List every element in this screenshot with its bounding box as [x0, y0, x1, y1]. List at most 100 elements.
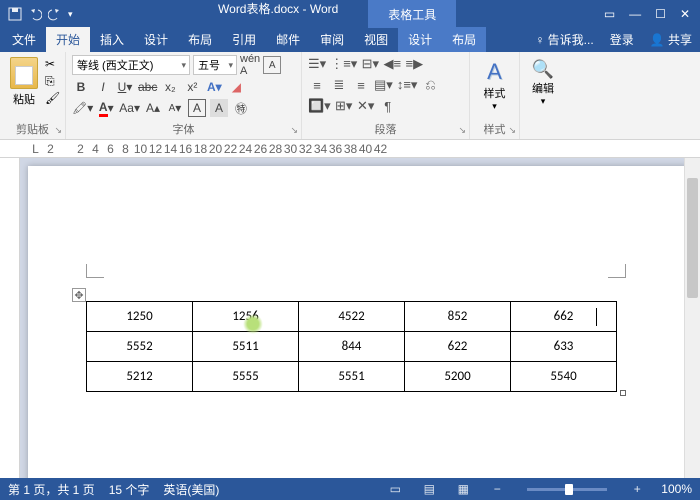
ribbon-options-icon[interactable]: ▭: [604, 7, 615, 21]
font-name-select[interactable]: 等线 (西文正文): [72, 55, 190, 75]
paste-button[interactable]: 粘贴: [6, 55, 42, 109]
line-spacing-icon[interactable]: ↕≡▾: [397, 76, 418, 94]
shading-icon[interactable]: 🔲▾: [308, 97, 331, 115]
tab-review[interactable]: 审阅: [310, 27, 354, 52]
align-left-icon[interactable]: ≡: [308, 76, 326, 94]
dialog-launcher-icon[interactable]: ↘: [290, 125, 298, 136]
page-count[interactable]: 第 1 页，共 1 页: [8, 481, 95, 498]
minimize-icon[interactable]: —: [629, 7, 641, 21]
table-resize-handle-icon[interactable]: [620, 390, 626, 396]
tab-layout[interactable]: 布局: [178, 27, 222, 52]
align-right-icon[interactable]: ≡: [352, 76, 370, 94]
table-cell[interactable]: 5212: [87, 362, 193, 392]
zoom-level[interactable]: 100%: [661, 482, 692, 496]
close-icon[interactable]: ✕: [680, 7, 690, 21]
table-cell[interactable]: 852: [405, 302, 511, 332]
table-cell[interactable]: 5511: [193, 332, 299, 362]
scrollbar-thumb[interactable]: [687, 178, 698, 298]
table-cell[interactable]: 633: [511, 332, 617, 362]
tab-view[interactable]: 视图: [354, 27, 398, 52]
zoom-slider[interactable]: [527, 488, 607, 491]
tab-file[interactable]: 文件: [2, 27, 46, 52]
clear-format-icon[interactable]: ◢: [227, 78, 245, 96]
share-button[interactable]: 👤 共享: [642, 27, 700, 52]
tab-design[interactable]: 设计: [134, 27, 178, 52]
vertical-ruler[interactable]: [0, 158, 20, 478]
char-shading-icon[interactable]: A: [210, 99, 228, 117]
tab-home[interactable]: 开始: [46, 27, 90, 52]
zoom-thumb[interactable]: [565, 484, 573, 495]
redo-icon[interactable]: [48, 7, 62, 21]
zoom-in-button[interactable]: +: [627, 482, 647, 496]
login-button[interactable]: 登录: [602, 27, 642, 52]
save-icon[interactable]: [8, 7, 22, 21]
horizontal-ruler[interactable]: L224681012141618202224262830323436384042: [0, 140, 700, 158]
align-center-icon[interactable]: ≣: [330, 76, 348, 94]
borders-icon[interactable]: ⊞▾: [335, 97, 353, 115]
table-cell[interactable]: 5200: [405, 362, 511, 392]
table-cell[interactable]: 1250: [87, 302, 193, 332]
language[interactable]: 英语(美国): [163, 481, 219, 498]
zoom-out-button[interactable]: −: [487, 482, 507, 496]
subscript-button[interactable]: x₂: [161, 78, 179, 96]
table-cell[interactable]: 5552: [87, 332, 193, 362]
highlight-icon[interactable]: 🖍▾: [72, 99, 93, 117]
grow-font-button[interactable]: A▴: [144, 99, 162, 117]
text-effects-icon[interactable]: A▾: [205, 78, 223, 96]
styles-button[interactable]: A 样式 ▾: [476, 55, 513, 116]
print-layout-icon[interactable]: ▤: [419, 482, 439, 496]
shrink-font-button[interactable]: A▾: [166, 99, 184, 117]
bullets-icon[interactable]: ☰▾: [308, 55, 326, 73]
qat-more-icon[interactable]: ▾: [68, 9, 73, 20]
dialog-launcher-icon[interactable]: ↘: [458, 125, 466, 136]
table-cell[interactable]: 662: [511, 302, 617, 332]
table-move-handle-icon[interactable]: ✥: [72, 288, 86, 302]
word-count[interactable]: 15 个字: [109, 481, 150, 498]
phonetic-icon[interactable]: A: [263, 56, 281, 74]
page[interactable]: ✥ 12501256452285266255525511844622633521…: [28, 166, 688, 478]
copy-icon[interactable]: ⎘: [45, 74, 61, 88]
table-cell[interactable]: 5555: [193, 362, 299, 392]
multilevel-icon[interactable]: ⊟▾: [361, 55, 379, 73]
dialog-launcher-icon[interactable]: ↘: [54, 125, 62, 136]
tab-mailings[interactable]: 邮件: [266, 27, 310, 52]
vertical-scrollbar[interactable]: [684, 158, 700, 478]
enclose-char-icon[interactable]: ㊕: [232, 99, 250, 117]
format-painter-icon[interactable]: 🖌: [45, 91, 61, 105]
grow-font-icon[interactable]: wénA: [240, 56, 260, 74]
dialog-launcher-icon[interactable]: ↘: [508, 125, 516, 136]
table-cell[interactable]: 1256: [193, 302, 299, 332]
cut-icon[interactable]: ✂: [45, 57, 61, 71]
bold-button[interactable]: B: [72, 78, 90, 96]
table-cell[interactable]: 5540: [511, 362, 617, 392]
maximize-icon[interactable]: ☐: [655, 7, 666, 21]
justify-icon[interactable]: ▤▾: [374, 76, 393, 94]
italic-button[interactable]: I: [94, 78, 112, 96]
editing-button[interactable]: 🔍 编辑 ▾: [526, 55, 560, 111]
sort-icon[interactable]: ⎌: [421, 76, 439, 94]
table-row[interactable]: 52125555555152005540: [87, 362, 617, 392]
change-case-button[interactable]: Aa▾: [119, 99, 140, 117]
decrease-indent-icon[interactable]: ◀≡: [383, 55, 401, 73]
tab-insert[interactable]: 插入: [90, 27, 134, 52]
table-cell[interactable]: 844: [299, 332, 405, 362]
strikethrough-button[interactable]: abc: [138, 78, 157, 96]
tab-table-layout[interactable]: 布局: [442, 27, 486, 52]
asian-layout-icon[interactable]: ✕▾: [357, 97, 375, 115]
tab-references[interactable]: 引用: [222, 27, 266, 52]
increase-indent-icon[interactable]: ≡▶: [405, 55, 423, 73]
read-mode-icon[interactable]: ▭: [385, 482, 405, 496]
table-cell[interactable]: 4522: [299, 302, 405, 332]
undo-icon[interactable]: [28, 7, 42, 21]
underline-button[interactable]: U▾: [116, 78, 134, 96]
table-row[interactable]: 55525511844622633: [87, 332, 617, 362]
char-border-icon[interactable]: A: [188, 99, 206, 117]
tell-me[interactable]: ♀ 告诉我...: [527, 27, 601, 52]
table-cell[interactable]: 5551: [299, 362, 405, 392]
show-marks-icon[interactable]: ¶: [379, 97, 397, 115]
tab-table-design[interactable]: 设计: [398, 27, 442, 52]
font-color-icon[interactable]: A▾: [97, 99, 115, 117]
numbering-icon[interactable]: ⋮≡▾: [330, 55, 357, 73]
data-table[interactable]: 1250125645228526625552551184462263352125…: [86, 301, 617, 392]
table-cell[interactable]: 622: [405, 332, 511, 362]
